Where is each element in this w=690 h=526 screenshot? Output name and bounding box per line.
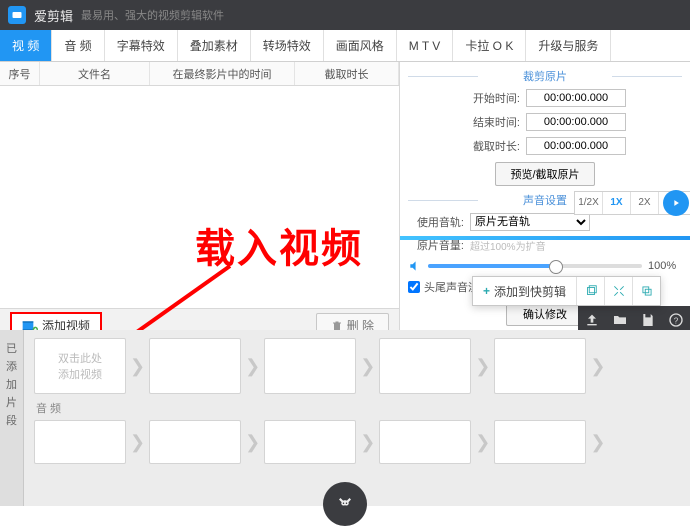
chevron-right-icon: ❯	[360, 432, 375, 453]
tab-karaoke[interactable]: 卡拉 O K	[453, 30, 526, 61]
tab-video[interactable]: 视 频	[0, 30, 52, 61]
tab-subtitle[interactable]: 字幕特效	[105, 30, 178, 61]
clip-grid-body[interactable]: 载入视频	[0, 86, 399, 308]
chevron-right-icon: ❯	[590, 356, 605, 377]
tab-mtv[interactable]: M T V	[397, 30, 454, 61]
col-time: 在最终影片中的时间	[150, 62, 295, 85]
end-time-input[interactable]	[526, 113, 626, 131]
crop-dur-input[interactable]	[526, 137, 626, 155]
chevron-right-icon: ❯	[590, 432, 605, 453]
playback-speed-bar: 1/2X 1X 2X	[574, 191, 690, 215]
crop-dur-label: 截取时长:	[464, 138, 520, 154]
timeline-side-label: 已 添 加 片 段	[0, 330, 24, 506]
export-icon[interactable]	[584, 312, 600, 328]
popup-label: 添加到快剪辑	[494, 283, 566, 300]
app-logo-icon	[8, 6, 26, 24]
app-name: 爱剪辑	[34, 6, 73, 25]
app-slogan: 最易用、强大的视频剪辑软件	[81, 7, 224, 23]
clip-grid-header: 序号 文件名 在最终影片中的时间 截取时长	[0, 62, 399, 86]
timeline-audio-label: 音 频	[36, 400, 680, 416]
end-time-label: 结束时间:	[464, 114, 520, 130]
col-filename: 文件名	[40, 62, 150, 85]
chevron-right-icon: ❯	[130, 432, 145, 453]
chevron-right-icon: ❯	[475, 432, 490, 453]
fade-checkbox[interactable]	[408, 281, 420, 293]
timeline-panel: 已 添 加 片 段 双击此处添加视频 ❯ ❯ ❯ ❯ ❯ 音 频 ❯ ❯ ❯	[0, 330, 690, 506]
popup-copy-button[interactable]	[576, 277, 604, 305]
title-bar: 爱剪辑 最易用、强大的视频剪辑软件	[0, 0, 690, 30]
timeline-slot[interactable]	[149, 338, 241, 394]
play-icon	[671, 198, 681, 208]
chevron-right-icon: ❯	[245, 432, 260, 453]
timeline-slot[interactable]: 双击此处添加视频	[34, 338, 126, 394]
cut-fab-button[interactable]	[323, 482, 367, 526]
timeline-audio-slot[interactable]	[379, 420, 471, 464]
timeline-audio-row: ❯ ❯ ❯ ❯ ❯	[34, 420, 680, 464]
popup-expand-button[interactable]	[604, 277, 632, 305]
plus-icon: +	[483, 284, 490, 298]
chevron-right-icon: ❯	[130, 356, 145, 377]
audio-track-select[interactable]: 原片无音轨	[470, 213, 590, 231]
svg-text:?: ?	[674, 316, 679, 325]
chevron-right-icon: ❯	[475, 356, 490, 377]
speed-2x-button[interactable]: 2X	[631, 192, 659, 214]
tab-upgrade[interactable]: 升级与服务	[526, 30, 611, 61]
preview-progress-bar[interactable]	[400, 236, 690, 240]
scissors-icon	[336, 495, 354, 513]
chevron-right-icon: ❯	[360, 356, 375, 377]
timeline-slot[interactable]	[379, 338, 471, 394]
chevron-right-icon: ❯	[245, 356, 260, 377]
tab-style[interactable]: 画面风格	[324, 30, 397, 61]
preview-crop-button[interactable]: 预览/截取原片	[495, 162, 594, 186]
tab-overlay[interactable]: 叠加素材	[178, 30, 251, 61]
col-duration: 截取时长	[295, 62, 399, 85]
play-button[interactable]	[663, 190, 689, 216]
timeline-audio-slot[interactable]	[149, 420, 241, 464]
tab-audio[interactable]: 音 频	[52, 30, 104, 61]
volume-slider[interactable]	[428, 264, 642, 268]
save-icon[interactable]	[640, 312, 656, 328]
popup-duplicate-button[interactable]	[632, 277, 660, 305]
start-time-input[interactable]	[526, 89, 626, 107]
col-seq: 序号	[0, 62, 40, 85]
timeline-audio-slot[interactable]	[494, 420, 586, 464]
quick-edit-popup: + 添加到快剪辑	[472, 276, 661, 306]
start-time-label: 开始时间:	[464, 90, 520, 106]
track-label: 使用音轨:	[408, 214, 464, 230]
tab-transition[interactable]: 转场特效	[251, 30, 324, 61]
timeline-video-row: 双击此处添加视频 ❯ ❯ ❯ ❯ ❯	[34, 338, 680, 394]
speed-half-button[interactable]: 1/2X	[575, 192, 603, 214]
speed-1x-button[interactable]: 1X	[603, 192, 631, 214]
speaker-icon	[408, 259, 422, 273]
clip-list-pane: 序号 文件名 在最终影片中的时间 截取时长 载入视频 添加视频 删 除	[0, 62, 400, 342]
crop-section-title: 裁剪原片	[408, 68, 682, 84]
volume-percent: 100%	[648, 260, 682, 272]
timeline-slot[interactable]	[264, 338, 356, 394]
timeline-slot[interactable]	[494, 338, 586, 394]
help-icon[interactable]: ?	[668, 312, 684, 328]
timeline-audio-slot[interactable]	[264, 420, 356, 464]
main-tab-bar: 视 频 音 频 字幕特效 叠加素材 转场特效 画面风格 M T V 卡拉 O K…	[0, 30, 690, 62]
folder-open-icon[interactable]	[612, 312, 628, 328]
timeline-audio-slot[interactable]	[34, 420, 126, 464]
